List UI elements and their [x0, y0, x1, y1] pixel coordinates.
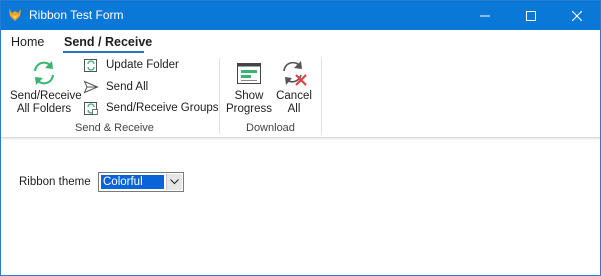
send-receive-all-folders-button[interactable]: Send/Receive All Folders	[10, 58, 82, 116]
send-receive-groups-label: Send/Receive Groups	[106, 102, 219, 114]
group-label-download: Download	[246, 122, 295, 134]
update-folder-label: Update Folder	[106, 59, 179, 71]
send-all-label: Send All	[106, 81, 149, 93]
update-folder-icon	[84, 59, 97, 72]
show-progress-label-2: Progress	[226, 103, 273, 115]
title-bar[interactable]: Ribbon Test Form	[1, 1, 600, 30]
update-folder-button[interactable]: Update Folder	[83, 56, 179, 74]
cancel-all-button[interactable]: Cancel All	[274, 58, 314, 116]
cancel-all-label-2: All	[287, 103, 301, 115]
send-all-button[interactable]: Send All	[83, 78, 148, 96]
cancel-all-label-1: Cancel	[276, 90, 312, 102]
groups-icon	[84, 102, 98, 115]
maximize-button[interactable]	[508, 1, 554, 30]
app-fox-icon	[9, 9, 21, 21]
maximize-icon	[526, 10, 536, 21]
tab-home[interactable]: Home	[11, 35, 44, 49]
chevron-down-icon	[170, 179, 179, 185]
group-separator-end	[321, 58, 322, 134]
ribbon-panel: Send/Receive All Folders Update Folder S…	[1, 54, 600, 138]
form-body: Ribbon theme Colorful	[1, 141, 600, 275]
minimize-button[interactable]	[462, 1, 508, 30]
ribbon-theme-label: Ribbon theme	[19, 176, 91, 188]
ribbon-tab-bar: Home Send / Receive	[1, 30, 600, 54]
send-receive-all-label-2: All Folders	[16, 103, 72, 115]
ribbon-theme-select[interactable]: Colorful	[98, 172, 184, 192]
send-icon	[83, 80, 99, 94]
send-receive-groups-button[interactable]: Send/Receive Groups	[83, 99, 219, 117]
progress-window-icon	[237, 63, 261, 84]
ribbon-theme-value: Colorful	[100, 174, 165, 190]
cancel-sync-icon	[283, 61, 307, 86]
tab-send-receive[interactable]: Send / Receive	[64, 35, 152, 49]
close-icon	[572, 10, 582, 21]
window-title: Ribbon Test Form	[29, 8, 124, 22]
minimize-icon	[480, 15, 490, 16]
sync-icon	[34, 61, 54, 85]
active-tab-indicator	[63, 51, 144, 53]
show-progress-button[interactable]: Show Progress	[226, 58, 272, 116]
group-separator	[219, 58, 220, 134]
dropdown-button[interactable]	[166, 174, 182, 190]
close-button[interactable]	[554, 1, 600, 30]
show-progress-label-1: Show	[234, 90, 264, 102]
group-label-send-receive: Send & Receive	[75, 122, 154, 134]
app-window: Ribbon Test Form Home Send / Receive Sen…	[0, 0, 601, 276]
send-receive-all-label-1: Send/Receive	[10, 90, 82, 102]
